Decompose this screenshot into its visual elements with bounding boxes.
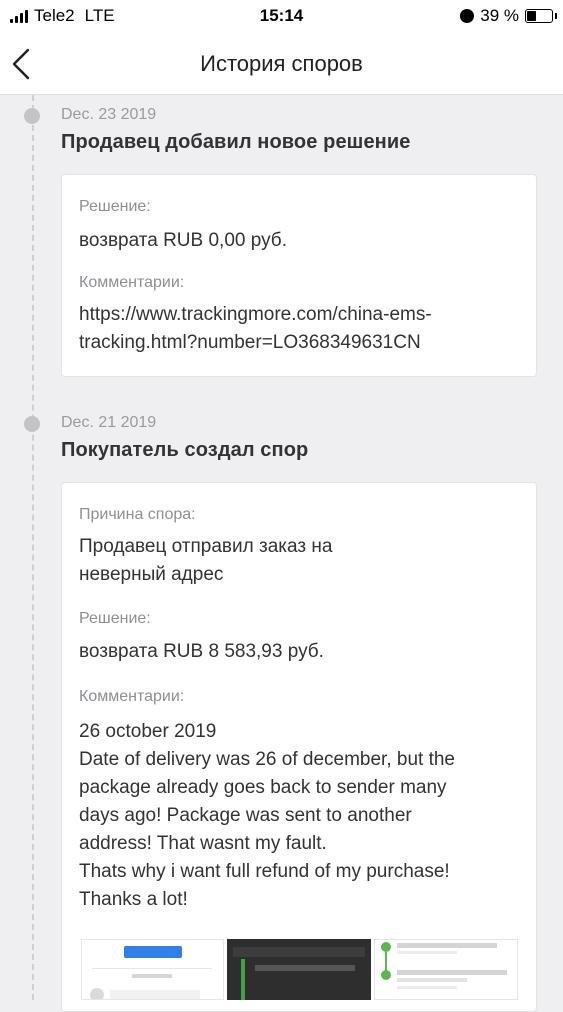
comments-label: Комментарии: (79, 274, 185, 291)
event-date: Dec. 21 2019 (61, 414, 157, 431)
timeline-line (32, 95, 34, 1000)
decision-label: Решение: (79, 610, 151, 627)
battery-icon (525, 9, 557, 23)
navigation-header: История споров (0, 34, 563, 95)
alarm-icon (460, 9, 475, 23)
decision-value: возврата RUB 0,00 руб. (79, 230, 287, 251)
timeline-dot (24, 108, 40, 124)
comments-value[interactable]: https://www.trackingmore.com/china-ems- … (79, 301, 529, 357)
reason-value: Продавец отправил заказ на неверный адре… (79, 536, 333, 585)
comments-value: 26 october 2019 Date of delivery was 26 … (79, 721, 455, 910)
comments-label: Комментарии: (79, 688, 185, 705)
event-card: Причина спора: Продавец отправил заказ н… (61, 482, 537, 1012)
status-bar: Tele2 LTE 15:14 39 % (0, 0, 563, 34)
reason-label: Причина спора: (79, 506, 196, 523)
event-title: Покупатель создал спор (61, 439, 309, 461)
page-title: История споров (200, 51, 363, 76)
timeline-dot (24, 416, 40, 432)
event-card: Решение: возврата RUB 0,00 руб. Коммента… (61, 174, 537, 377)
status-right: 39 % (460, 6, 557, 26)
attachment-thumbnail[interactable] (227, 939, 371, 1000)
battery-percent: 39 % (480, 6, 519, 25)
attachment-thumbnail[interactable] (81, 939, 224, 1000)
event-date: Dec. 23 2019 (61, 106, 157, 123)
battery-fill (527, 11, 536, 21)
decision-value: возврата RUB 8 583,93 руб. (79, 641, 324, 662)
event-title: Продавец добавил новое решение (61, 131, 411, 153)
decision-label: Решение: (79, 198, 151, 215)
attachment-thumbnail[interactable] (374, 939, 518, 1000)
